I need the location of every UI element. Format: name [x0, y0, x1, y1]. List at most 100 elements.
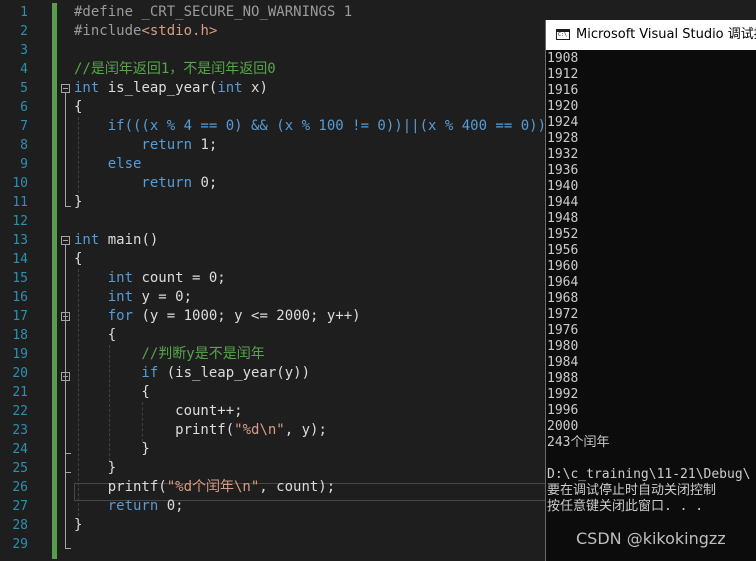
code-line[interactable]: int count = 0; [74, 269, 226, 288]
code-line[interactable]: { [74, 250, 82, 269]
code-line[interactable]: { [74, 98, 82, 117]
code-line[interactable]: } [74, 440, 149, 459]
code-line[interactable]: count++; [74, 402, 242, 421]
line-number: 4 [20, 62, 28, 77]
macro-name: _CRT_SECURE_NO_WARNINGS [141, 4, 336, 20]
line-number: 28 [12, 518, 28, 533]
line-number: 29 [12, 537, 28, 552]
keyword: return [74, 175, 193, 191]
code-text: , y); [284, 422, 327, 438]
debug-console-window[interactable]: Microsoft Visual Studio 调试控制台 1908 1912 … [545, 20, 756, 561]
code-line[interactable]: else [74, 155, 142, 174]
change-tracking-bar [52, 3, 57, 559]
fold-region-end [65, 453, 71, 454]
code-line[interactable]: } [74, 193, 82, 212]
fold-region-end [65, 206, 71, 207]
line-number: 9 [20, 157, 28, 172]
console-title-bar[interactable]: Microsoft Visual Studio 调试控制台 [546, 20, 756, 50]
code-text: (is_leap_year(y)) [158, 365, 311, 381]
code-text: count = 0; [133, 270, 226, 286]
line-number: 23 [12, 423, 28, 438]
function-name: is_leap_year( [99, 80, 218, 96]
line-number: 3 [20, 43, 28, 58]
code-line[interactable]: if (is_leap_year(y)) [74, 364, 310, 383]
code-line[interactable]: //判断y是不是闰年 [74, 345, 265, 364]
code-line[interactable]: #include<stdio.h> [74, 22, 217, 41]
include-header: <stdio.h> [141, 23, 218, 39]
keyword: int [74, 80, 100, 96]
code-line[interactable]: return 1; [74, 136, 217, 155]
watermark: CSDN @kikokingzz [576, 529, 726, 548]
preprocessor-directive: #define [74, 4, 142, 20]
keyword: int [74, 289, 134, 305]
code-text: 1; [192, 137, 218, 153]
keyword: return [74, 137, 193, 153]
keyword: if(((x % 4 == 0) && (x % 100 != 0))||(x … [74, 118, 547, 134]
line-number: 24 [12, 442, 28, 457]
code-line[interactable]: int is_leap_year(int x) [74, 79, 268, 98]
fold-collapse-icon[interactable] [61, 84, 70, 93]
macro-value: 1 [335, 4, 353, 20]
line-number: 16 [12, 290, 28, 305]
code-line[interactable]: for (y = 1000; y <= 2000; y++) [74, 307, 361, 326]
code-text: , count); [259, 479, 336, 495]
code-text: y = 0; [133, 289, 193, 305]
code-text: 0; [192, 175, 218, 191]
line-number: 8 [20, 138, 28, 153]
line-number: 5 [20, 81, 28, 96]
code-line[interactable]: { [74, 326, 116, 345]
code-comment: //判断y是不是闰年 [74, 346, 265, 362]
line-number: 20 [12, 366, 28, 381]
console-app-icon [556, 29, 570, 40]
code-line[interactable]: //是闰年返回1，不是闰年返回0 [74, 60, 276, 79]
keyword: if [74, 365, 159, 381]
code-line[interactable]: } [74, 516, 82, 535]
code-line[interactable]: int main() [74, 231, 158, 250]
line-number: 13 [12, 233, 28, 248]
code-line[interactable]: return 0; [74, 497, 184, 516]
line-number-gutter: 1 2 3 4 5 6 7 8 9 10 11 12 13 14 15 16 1… [0, 0, 40, 561]
line-number: 17 [12, 309, 28, 324]
code-line[interactable]: } [74, 459, 116, 478]
line-number: 27 [12, 499, 28, 514]
line-number: 10 [12, 176, 28, 191]
line-number: 1 [20, 5, 28, 20]
code-line[interactable]: int y = 0; [74, 288, 192, 307]
keyword: int [74, 232, 100, 248]
line-number: 26 [12, 480, 28, 495]
keyword: else [74, 156, 142, 172]
line-number: 11 [12, 195, 28, 210]
keyword: int [74, 270, 134, 286]
line-number: 12 [12, 214, 28, 229]
code-text: (y = 1000; y <= 2000; y++) [133, 308, 361, 324]
string-literal: "%d\n" [234, 422, 285, 438]
line-number: 19 [12, 347, 28, 362]
function-call: printf( [74, 479, 167, 495]
code-line[interactable]: printf("%d\n", y); [74, 421, 327, 440]
code-text: 0; [158, 498, 184, 514]
code-line[interactable]: if(((x % 4 == 0) && (x % 100 != 0))||(x … [74, 117, 546, 136]
parameter: x) [242, 80, 268, 96]
fold-region-end [65, 548, 71, 549]
line-number: 22 [12, 404, 28, 419]
line-number: 7 [20, 119, 28, 134]
line-number: 18 [12, 328, 28, 343]
code-line[interactable]: { [74, 383, 149, 402]
string-literal: "%d个闰年\n" [166, 479, 260, 495]
code-line[interactable]: return 0; [74, 174, 217, 193]
line-number: 2 [20, 24, 28, 39]
line-number: 15 [12, 271, 28, 286]
function-name: main() [99, 232, 159, 248]
fold-region-line [65, 245, 66, 548]
fold-collapse-icon[interactable] [61, 236, 70, 245]
code-line[interactable]: #define _CRT_SECURE_NO_WARNINGS 1 [74, 3, 352, 22]
fold-region-line [65, 93, 66, 206]
console-output: 1908 1912 1916 1920 1924 1928 1932 1936 … [547, 51, 751, 514]
line-number: 6 [20, 100, 28, 115]
function-call: printf( [74, 422, 235, 438]
code-line[interactable]: printf("%d个闰年\n", count); [74, 478, 335, 497]
fold-collapse-icon[interactable] [61, 312, 70, 321]
fold-collapse-icon[interactable] [61, 372, 70, 381]
keyword: int [217, 80, 243, 96]
line-number: 14 [12, 252, 28, 267]
